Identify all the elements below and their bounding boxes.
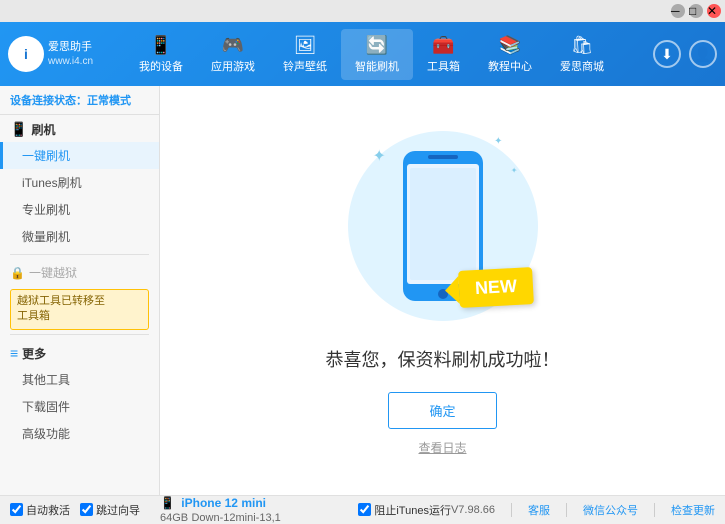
- sidebar-item-micro-flash[interactable]: 微量刷机: [0, 223, 159, 250]
- confirm-button[interactable]: 确定: [388, 392, 496, 429]
- maximize-btn[interactable]: □: [689, 4, 703, 18]
- more-section-header: ≡ 更多: [0, 339, 159, 366]
- sidebar-item-download-firmware[interactable]: 下载固件: [0, 393, 159, 420]
- my-device-icon: 📱: [150, 35, 172, 56]
- logo-icon: i: [8, 36, 44, 72]
- logo-text: 爱思助手 www.i4.cn: [48, 40, 93, 67]
- header: i 爱思助手 www.i4.cn 📱 我的设备 🎮 应用游戏 🖼 铃声壁纸 🔄 …: [0, 22, 725, 86]
- more-section-icon: ≡: [10, 345, 18, 361]
- skip-wizard-input[interactable]: [80, 503, 93, 516]
- wechat-link[interactable]: 微信公众号: [583, 502, 638, 518]
- auto-dispatch-checkbox[interactable]: 自动救活: [10, 502, 70, 518]
- sparkle-2: ✦: [494, 136, 502, 147]
- mall-icon: 🛍: [571, 35, 594, 56]
- separator-1: [511, 503, 512, 517]
- sidebar-item-advanced[interactable]: 高级功能: [0, 420, 159, 447]
- separator-3: [654, 503, 655, 517]
- phone-illustration: ✦ ✦ ✦ NEW: [343, 126, 543, 326]
- separator-2: [566, 503, 567, 517]
- sidebar-locked-jailbreak: 🔒 一键越狱: [0, 259, 159, 285]
- download-btn[interactable]: ⬇: [653, 40, 681, 68]
- sidebar-item-pro-flash[interactable]: 专业刷机: [0, 196, 159, 223]
- device-icon: 📱: [160, 496, 175, 510]
- nav-bar: 📱 我的设备 🎮 应用游戏 🖼 铃声壁纸 🔄 智能刷机 🧰 工具箱 📚 教程中心…: [98, 29, 645, 80]
- nav-wallpaper[interactable]: 🖼 铃声壁纸: [269, 29, 341, 80]
- new-badge: NEW: [458, 267, 534, 308]
- user-btn[interactable]: 👤: [689, 40, 717, 68]
- sidebar: 设备连接状态：正常模式 📱 刷机 一键刷机 iTunes刷机 专业刷机 微量刷机…: [0, 86, 160, 495]
- success-message: 恭喜您，保资料刷机成功啦！: [326, 346, 560, 372]
- nav-my-device[interactable]: 📱 我的设备: [125, 29, 197, 80]
- close-btn[interactable]: ✕: [707, 4, 721, 18]
- header-right: ⬇ 👤: [653, 40, 717, 68]
- main-area: 设备连接状态：正常模式 📱 刷机 一键刷机 iTunes刷机 专业刷机 微量刷机…: [0, 86, 725, 495]
- skip-wizard-checkbox[interactable]: 跳过向导: [80, 502, 140, 518]
- view-log-link[interactable]: 查看日志: [418, 439, 466, 456]
- customer-service-link[interactable]: 客服: [528, 502, 550, 518]
- sidebar-item-itunes-flash[interactable]: iTunes刷机: [0, 169, 159, 196]
- bottom-left: 自动救活 跳过向导 📱 iPhone 12 mini 64GB Down-12m…: [10, 496, 348, 524]
- nav-tutorial[interactable]: 📚 教程中心: [474, 29, 546, 80]
- nav-smart-flash[interactable]: 🔄 智能刷机: [341, 29, 413, 80]
- auto-dispatch-input[interactable]: [10, 503, 23, 516]
- lock-icon: 🔒: [10, 266, 25, 280]
- sidebar-divider-2: [10, 334, 149, 335]
- bottom-right: V7.98.66 客服 微信公众号 检查更新: [451, 502, 715, 518]
- itunes-status: 阻止iTunes运行: [358, 502, 451, 518]
- device-info: 📱 iPhone 12 mini 64GB Down-12mini-13,1: [160, 496, 281, 524]
- nav-mall[interactable]: 🛍 爱思商城: [546, 29, 618, 80]
- toolbox-icon: 🧰: [432, 35, 454, 56]
- apps-games-icon: 🎮: [222, 35, 244, 56]
- minimize-btn[interactable]: ─: [671, 4, 685, 18]
- itunes-status-checkbox[interactable]: [358, 503, 371, 516]
- device-status: 设备连接状态：正常模式: [0, 86, 159, 115]
- check-update-link[interactable]: 检查更新: [671, 502, 715, 518]
- sidebar-item-one-key-flash[interactable]: 一键刷机: [0, 142, 159, 169]
- flash-section-icon: 📱: [10, 121, 27, 138]
- sidebar-item-other-tools[interactable]: 其他工具: [0, 366, 159, 393]
- tutorial-icon: 📚: [499, 35, 521, 56]
- flash-section-header: 📱 刷机: [0, 115, 159, 142]
- smart-flash-icon: 🔄: [366, 35, 388, 56]
- bottom-bar: 自动救活 跳过向导 📱 iPhone 12 mini 64GB Down-12m…: [0, 495, 725, 523]
- sparkle-1: ✦: [373, 146, 386, 166]
- nav-apps-games[interactable]: 🎮 应用游戏: [197, 29, 269, 80]
- jailbreak-notice: 越狱工具已转移至工具箱: [10, 289, 149, 330]
- sidebar-divider-1: [10, 254, 149, 255]
- title-bar: ─ □ ✕: [0, 0, 725, 22]
- main-content: ✦ ✦ ✦ NEW 恭喜您，保资料刷机成功啦！ 确定 查看日志: [160, 86, 725, 495]
- wallpaper-icon: 🖼: [294, 35, 317, 56]
- logo-area: i 爱思助手 www.i4.cn: [8, 36, 98, 72]
- nav-toolbox[interactable]: 🧰 工具箱: [413, 29, 474, 80]
- version-text: V7.98.66: [451, 504, 495, 516]
- sparkle-3: ✦: [511, 166, 518, 175]
